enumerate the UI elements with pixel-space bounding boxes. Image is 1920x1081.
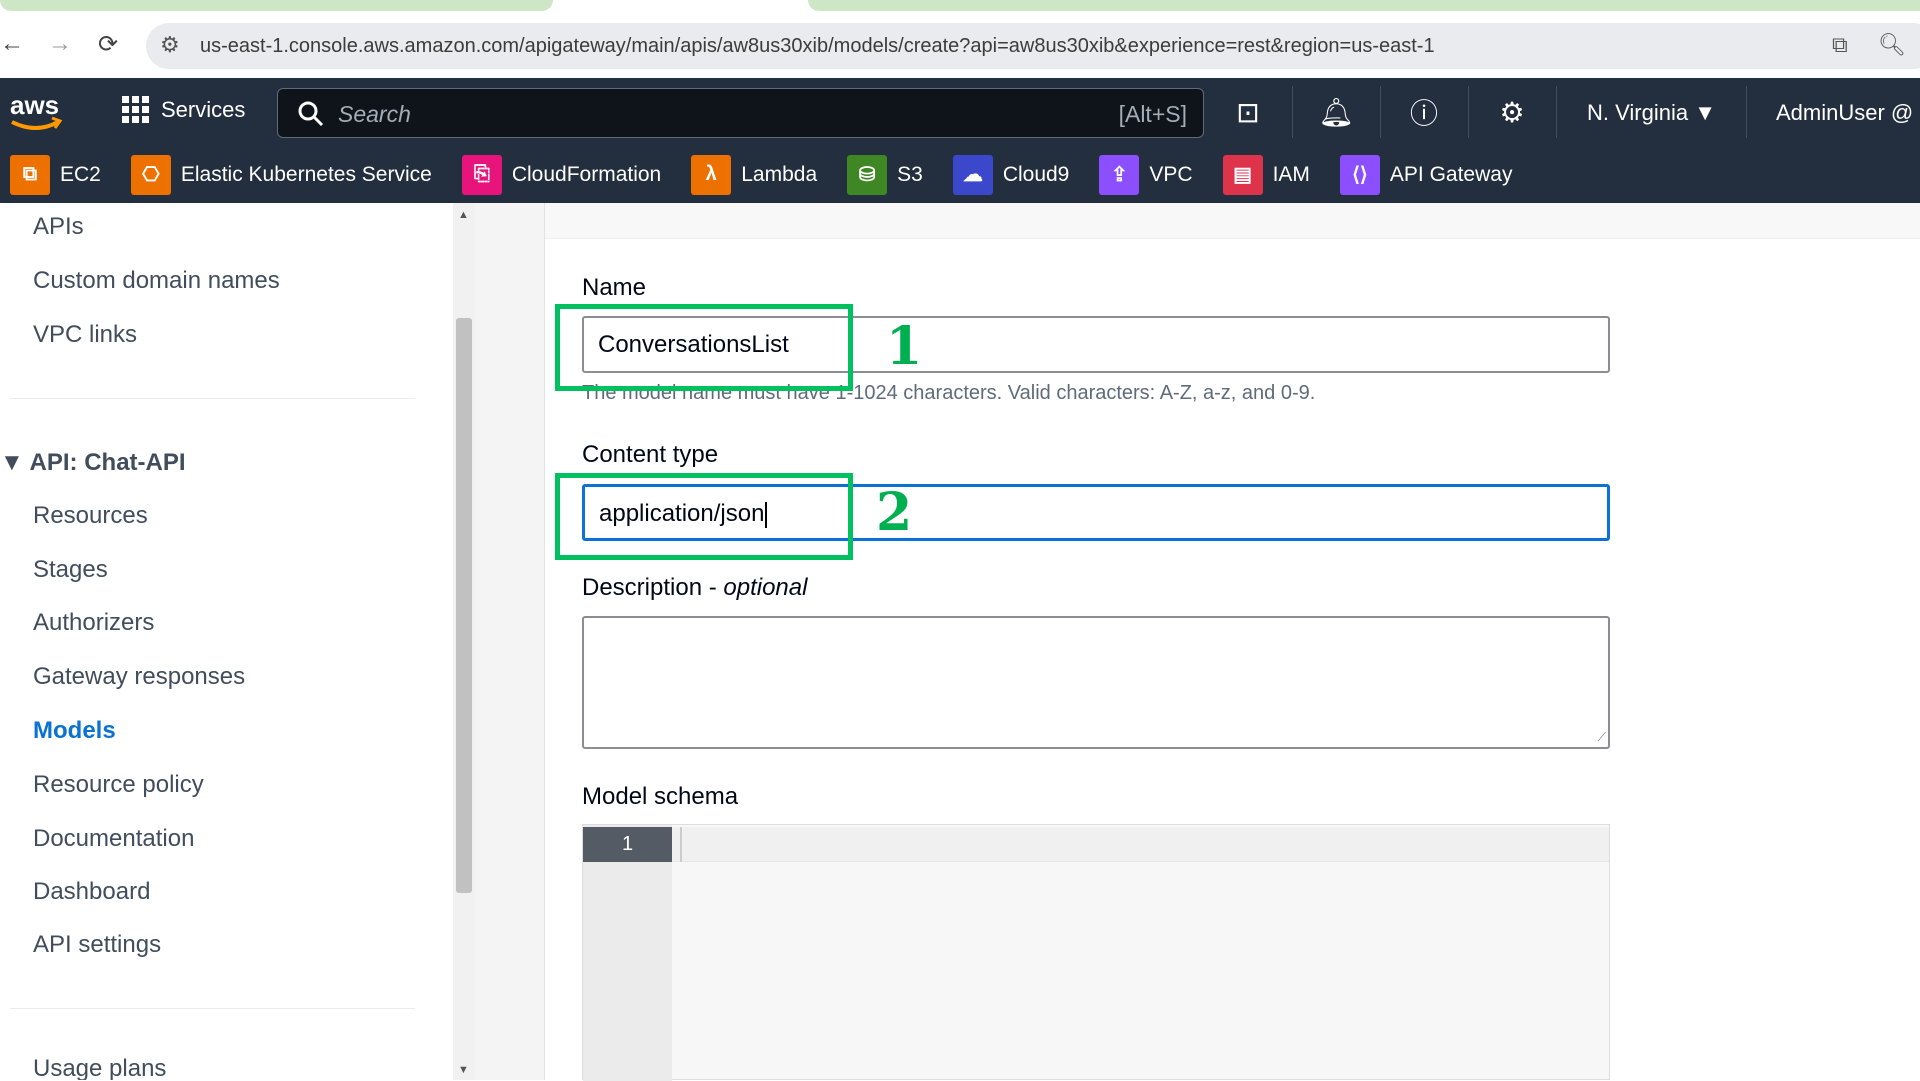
browser-toolbar: ← → ⟳ ⚙ us-east-1.console.aws.amazon.com… <box>0 14 1920 78</box>
services-menu-button[interactable]: Services <box>122 96 245 123</box>
favorite-elastic-kubernetes-service[interactable]: ⎔ Elastic Kubernetes Service <box>130 154 432 195</box>
sidebar: APIs Custom domain names VPC links ▼ API… <box>0 203 453 1080</box>
api-section-header[interactable]: ▼ API: Chat-API <box>0 449 186 477</box>
api-gateway-icon: ⟨⟩ <box>1339 154 1380 195</box>
annotation-number-1: 1 <box>886 316 923 377</box>
sidebar-item-authorizers[interactable]: Authorizers <box>33 609 154 637</box>
cloud9-icon: ☁ <box>952 154 993 195</box>
sidebar-item-apis[interactable]: APIs <box>33 213 84 241</box>
favorite-label: IAM <box>1272 162 1310 186</box>
zoom-icon[interactable]: 🔍︎ <box>1878 32 1906 58</box>
gear-icon[interactable]: ⚙ <box>1492 92 1532 132</box>
search-placeholder: Search <box>338 101 411 127</box>
panel-divider <box>475 203 545 1080</box>
services-label: Services <box>161 96 246 122</box>
editor-cursor <box>680 827 682 862</box>
ec2-icon: ⧉ <box>10 154 50 195</box>
sidebar-item-stages[interactable]: Stages <box>33 556 108 584</box>
content-header-strip <box>545 203 1920 239</box>
aws-top-nav: aws Services Search [Alt+S] ⊡ 🔔︎ ⓘ ⚙ N. … <box>0 78 1920 146</box>
lambda-icon: λ <box>691 154 732 195</box>
resize-handle-icon[interactable]: ⟋ <box>1598 730 1606 745</box>
line-number: 1 <box>583 827 672 862</box>
sidebar-scrollbar[interactable]: ▲ ▼ <box>453 203 475 1080</box>
search-shortcut: [Alt+S] <box>1118 101 1187 127</box>
model-schema-editor[interactable]: 1 <box>582 824 1610 1081</box>
svg-text:aws: aws <box>10 90 59 120</box>
description-label-text: Description - <box>582 574 724 601</box>
sidebar-item-documentation[interactable]: Documentation <box>33 825 194 853</box>
content-type-label: Content type <box>582 441 719 468</box>
browser-tab-strip <box>0 0 1920 14</box>
favorite-ec2[interactable]: ⧉ EC2 <box>10 154 101 195</box>
editor-gutter <box>583 825 672 1081</box>
favorite-label: Lambda <box>741 162 818 186</box>
cloudshell-icon[interactable]: ⊡ <box>1228 92 1268 132</box>
favorite-iam[interactable]: ▤ IAM <box>1222 154 1310 195</box>
active-line <box>672 827 1609 862</box>
favorite-label: VPC <box>1149 162 1193 186</box>
account-menu[interactable]: AdminUser @ <box>1776 100 1913 126</box>
scroll-down-icon[interactable]: ▼ <box>458 1064 469 1076</box>
s3-icon: ⛁ <box>847 154 888 195</box>
forward-icon[interactable]: → <box>48 30 72 58</box>
browser-tab[interactable] <box>808 0 1920 11</box>
cloudformation-icon: ⎘ <box>461 154 502 195</box>
sidebar-item-custom-domain-names[interactable]: Custom domain names <box>33 267 280 295</box>
region-label: N. Virginia <box>1587 100 1689 125</box>
divider <box>10 398 415 399</box>
favorite-vpc[interactable]: ⇪ VPC <box>1099 154 1193 195</box>
translate-icon[interactable]: ⧉ <box>1832 32 1848 58</box>
favorites-bar: ⧉ EC2 ⎔ Elastic Kubernetes Service ⎘ CloudFor… <box>0 146 1920 203</box>
favorite-label: Cloud9 <box>1002 162 1070 186</box>
browser-tab[interactable] <box>0 0 553 11</box>
sidebar-item-vpc-links[interactable]: VPC links <box>33 321 137 349</box>
favorite-label: EC2 <box>60 162 101 186</box>
api-section-label: API: Chat-API <box>29 449 186 476</box>
favorite-label: Elastic Kubernetes Service <box>180 162 432 186</box>
sidebar-item-gateway-responses[interactable]: Gateway responses <box>33 663 245 691</box>
favorite-label: CloudFormation <box>511 162 662 186</box>
back-icon[interactable]: ← <box>0 30 24 58</box>
elastic-kubernetes-service-icon: ⎔ <box>130 154 171 195</box>
reload-icon[interactable]: ⟳ <box>98 30 118 59</box>
favorite-s3[interactable]: ⛁ S3 <box>847 154 923 195</box>
site-settings-icon[interactable]: ⚙ <box>160 32 180 58</box>
description-textarea[interactable]: ⟋ <box>582 616 1610 749</box>
iam-icon: ▤ <box>1222 154 1263 195</box>
model-schema-label: Model schema <box>582 783 739 810</box>
sidebar-item-usage-plans[interactable]: Usage plans <box>33 1055 166 1080</box>
bell-icon[interactable]: 🔔︎ <box>1316 92 1356 132</box>
help-icon[interactable]: ⓘ <box>1404 92 1444 132</box>
sidebar-item-dashboard[interactable]: Dashboard <box>33 878 150 906</box>
search-icon <box>298 101 324 127</box>
annotation-box-2 <box>555 473 853 560</box>
annotation-box-1 <box>555 304 853 391</box>
annotation-number-2: 2 <box>876 482 913 543</box>
vpc-icon: ⇪ <box>1099 154 1140 195</box>
favorite-cloud9[interactable]: ☁ Cloud9 <box>952 154 1070 195</box>
aws-logo[interactable]: aws <box>8 88 64 134</box>
favorite-api-gateway[interactable]: ⟨⟩ API Gateway <box>1339 154 1513 195</box>
sidebar-item-resource-policy[interactable]: Resource policy <box>33 771 204 799</box>
optional-label: optional <box>723 574 808 601</box>
sidebar-item-models[interactable]: Models <box>33 717 116 745</box>
sidebar-item-api-settings[interactable]: API settings <box>33 931 161 959</box>
caret-down-icon: ▼ <box>0 449 30 476</box>
url-text[interactable]: us-east-1.console.aws.amazon.com/apigate… <box>200 35 1435 58</box>
favorite-label: S3 <box>897 162 923 186</box>
favorite-label: API Gateway <box>1389 162 1513 186</box>
scroll-up-icon[interactable]: ▲ <box>458 209 469 221</box>
region-selector[interactable]: N. Virginia ▼ <box>1587 100 1716 126</box>
favorite-cloudformation[interactable]: ⎘ CloudFormation <box>461 154 662 195</box>
scrollbar-thumb[interactable] <box>456 318 472 893</box>
favorite-lambda[interactable]: λ Lambda <box>691 154 818 195</box>
search-input[interactable]: Search [Alt+S] <box>277 88 1204 138</box>
sidebar-item-resources[interactable]: Resources <box>33 502 148 530</box>
name-label: Name <box>582 274 647 301</box>
divider <box>10 1008 415 1009</box>
description-label: Description - optional <box>582 574 807 602</box>
grid-icon <box>122 96 149 123</box>
